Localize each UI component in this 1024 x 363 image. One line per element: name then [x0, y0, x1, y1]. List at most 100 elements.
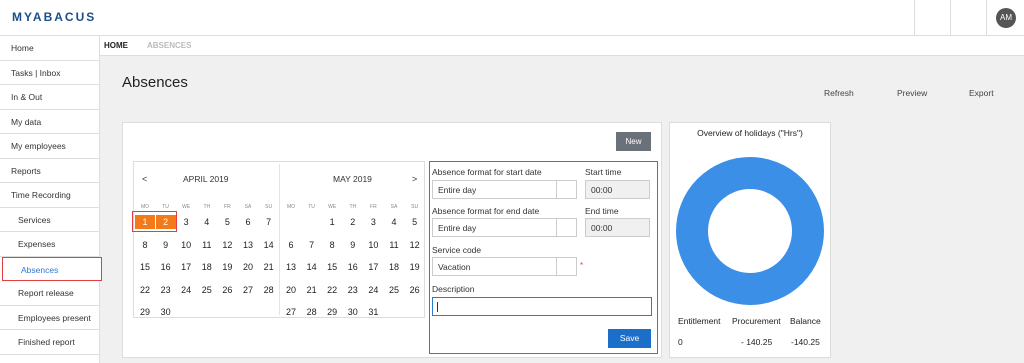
calendar-day[interactable]: 15 — [322, 260, 342, 274]
calendar-day[interactable]: 19 — [405, 260, 425, 274]
sidebar-item-time-recording[interactable]: Time Recording — [0, 183, 99, 208]
calendar-day[interactable]: 8 — [135, 238, 155, 252]
calendar-day[interactable]: 25 — [384, 283, 404, 297]
calendar-day[interactable]: 31 — [363, 305, 383, 319]
calendar-day[interactable]: 30 — [343, 305, 363, 319]
sidebar-item-reports[interactable]: Reports — [0, 159, 99, 183]
calendar-day[interactable]: 29 — [322, 305, 342, 319]
calendar-day[interactable]: 30 — [156, 305, 176, 319]
sidebar-item-tasks-inbox[interactable]: Tasks | Inbox — [0, 61, 99, 85]
sidebar-item-report-release[interactable]: Report release — [0, 281, 99, 306]
dropdown-toggle[interactable] — [556, 219, 576, 236]
calendar-day[interactable]: 12 — [405, 238, 425, 252]
export-button[interactable]: Export — [969, 88, 994, 98]
calendar-day[interactable]: 10 — [176, 238, 196, 252]
calendar-day[interactable]: 12 — [217, 238, 237, 252]
sidebar-item-my-data[interactable]: My data — [0, 110, 99, 134]
weekday-label: MO — [286, 204, 296, 210]
new-button[interactable]: New — [616, 132, 651, 151]
description-input[interactable] — [432, 297, 652, 316]
calendar-day[interactable]: 28 — [259, 283, 279, 297]
dropdown-toggle[interactable] — [556, 181, 576, 198]
service-code-select[interactable]: Vacation — [432, 257, 577, 276]
calendar-day[interactable]: 13 — [238, 238, 258, 252]
calendar-day[interactable]: 20 — [238, 260, 258, 274]
calendar-day[interactable]: 23 — [343, 283, 363, 297]
calendar-day[interactable]: 17 — [176, 260, 196, 274]
calendar-day[interactable]: 6 — [238, 215, 258, 229]
calendar-day[interactable]: 22 — [135, 283, 155, 297]
calendar-day[interactable]: 7 — [302, 238, 322, 252]
calendar-day[interactable]: 26 — [405, 283, 425, 297]
calendar-day[interactable]: 4 — [197, 215, 217, 229]
calendar-prev-button[interactable]: < — [142, 174, 147, 184]
calendar-day[interactable]: 2 — [343, 215, 363, 229]
save-button[interactable]: Save — [608, 329, 651, 348]
calendar-day[interactable]: 16 — [156, 260, 176, 274]
calendar-month-may: MAY 2019 — [333, 174, 372, 184]
calendar-day[interactable]: 11 — [197, 238, 217, 252]
calendar-day[interactable]: 9 — [343, 238, 363, 252]
app-logo[interactable]: MYABACUS — [12, 10, 96, 24]
dropdown-toggle[interactable] — [556, 258, 576, 275]
calendar-day[interactable]: 18 — [197, 260, 217, 274]
calendar-day[interactable]: 19 — [217, 260, 237, 274]
calendar-day[interactable]: 3 — [176, 215, 196, 229]
sidebar-item-expenses[interactable]: Expenses — [0, 232, 99, 257]
calendar-day[interactable]: 8 — [322, 238, 342, 252]
calendar-day[interactable]: 22 — [322, 283, 342, 297]
calendar-day[interactable]: 21 — [302, 283, 322, 297]
calendar-day[interactable]: 21 — [259, 260, 279, 274]
start-time-field[interactable]: 00:00 — [585, 180, 650, 199]
end-time-field[interactable]: 00:00 — [585, 218, 650, 237]
calendar-day[interactable]: 15 — [135, 260, 155, 274]
end-time-value: 00:00 — [591, 223, 613, 233]
calendar-day[interactable]: 5 — [217, 215, 237, 229]
calendar-day[interactable]: 9 — [156, 238, 176, 252]
sidebar-item-services[interactable]: Services — [0, 208, 99, 232]
start-time-label: Start time — [585, 167, 622, 177]
calendar-day[interactable]: 3 — [363, 215, 383, 229]
page-title: Absences — [122, 74, 188, 91]
start-format-select[interactable]: Entire day — [432, 180, 577, 199]
calendar-day[interactable]: 24 — [363, 283, 383, 297]
preview-button[interactable]: Preview — [897, 88, 927, 98]
procurement-label: Procurement — [732, 316, 781, 326]
calendar-day[interactable]: 18 — [384, 260, 404, 274]
calendar-day[interactable]: 11 — [384, 238, 404, 252]
weekday-label: SU — [265, 204, 273, 210]
calendar-next-button[interactable]: > — [412, 174, 417, 184]
calendar-day[interactable]: 5 — [405, 215, 425, 229]
sidebar-item-absences[interactable]: Absences — [2, 256, 102, 281]
breadcrumb-home[interactable]: HOME — [104, 41, 128, 50]
calendar-day[interactable]: 26 — [217, 283, 237, 297]
calendar-day[interactable]: 14 — [302, 260, 322, 274]
refresh-button[interactable]: Refresh — [824, 88, 854, 98]
calendar-day[interactable]: 27 — [281, 305, 301, 319]
calendar-day[interactable]: 7 — [259, 215, 279, 229]
calendar-day[interactable]: 23 — [156, 283, 176, 297]
calendar-day[interactable]: 14 — [259, 238, 279, 252]
calendar-day[interactable]: 25 — [197, 283, 217, 297]
weekday-label: SA — [244, 204, 252, 210]
calendar-day[interactable]: 1 — [322, 215, 342, 229]
calendar-day[interactable]: 10 — [363, 238, 383, 252]
sidebar-item-home[interactable]: Home — [0, 36, 99, 61]
calendar-day[interactable]: 28 — [302, 305, 322, 319]
calendar-day[interactable]: 16 — [343, 260, 363, 274]
sidebar-item-in-out[interactable]: In & Out — [0, 85, 99, 110]
sidebar-item-employees-present[interactable]: Employees present — [0, 306, 99, 330]
avatar[interactable]: AM — [996, 8, 1016, 28]
calendar-day[interactable]: 27 — [238, 283, 258, 297]
calendar-day[interactable]: 29 — [135, 305, 155, 319]
calendar-day[interactable]: 20 — [281, 283, 301, 297]
sidebar-item-my-employees[interactable]: My employees — [0, 134, 99, 159]
sidebar-item-finished-report[interactable]: Finished report — [0, 330, 99, 355]
calendar-day[interactable]: 17 — [363, 260, 383, 274]
end-format-select[interactable]: Entire day — [432, 218, 577, 237]
calendar-day[interactable]: 13 — [281, 260, 301, 274]
end-format-value: Entire day — [438, 223, 477, 233]
calendar-day[interactable]: 4 — [384, 215, 404, 229]
calendar-day[interactable]: 24 — [176, 283, 196, 297]
calendar-day[interactable]: 6 — [281, 238, 301, 252]
